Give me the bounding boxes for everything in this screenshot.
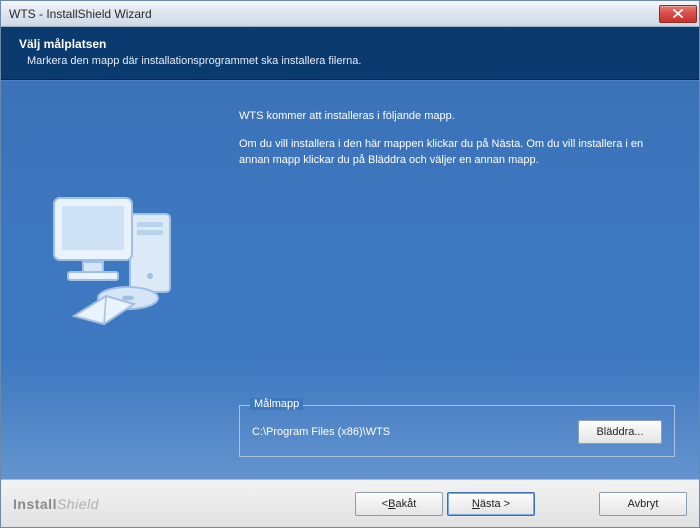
install-path-intro: WTS kommer att installeras i följande ma… — [239, 109, 675, 125]
header-band: Välj målplatsen Markera den mapp där ins… — [1, 27, 699, 80]
back-button[interactable]: < Bakåt — [355, 492, 443, 516]
installshield-brand: InstallShield — [13, 496, 173, 512]
content-area: WTS kommer att installeras i följande ma… — [1, 80, 699, 479]
install-path-instructions: Om du vill installera i den här mappen k… — [239, 137, 675, 169]
page-subheading: Markera den mapp där installationsprogra… — [19, 55, 681, 67]
brand-bold: Install — [13, 496, 57, 512]
destination-folder-legend: Målmapp — [250, 398, 303, 410]
page-heading: Välj målplatsen — [19, 37, 681, 51]
brand-light: Shield — [57, 496, 99, 512]
next-button[interactable]: Nästa > — [447, 492, 535, 516]
browse-button-label: Bläddra... — [596, 426, 643, 438]
close-button[interactable] — [659, 5, 697, 23]
back-rest: akåt — [395, 498, 416, 510]
destination-folder-group: Målmapp C:\Program Files (x86)\WTS Blädd… — [239, 405, 675, 457]
cancel-label: Avbryt — [628, 498, 659, 510]
illustration-column — [1, 81, 227, 479]
main-column: WTS kommer att installeras i följande ma… — [227, 81, 699, 479]
spacer — [239, 181, 675, 405]
window-title: WTS - InstallShield Wizard — [9, 7, 659, 21]
destination-folder-path: C:\Program Files (x86)\WTS — [252, 426, 568, 438]
next-rest: ästa > — [480, 498, 510, 510]
titlebar: WTS - InstallShield Wizard — [1, 1, 699, 27]
next-underline: N — [472, 498, 480, 510]
back-underline: B — [388, 498, 395, 510]
nav-button-group: < Bakåt Nästa > — [355, 492, 535, 516]
browse-button[interactable]: Bläddra... — [578, 420, 662, 444]
close-icon — [673, 9, 683, 18]
computer-illustration-icon — [34, 170, 194, 330]
cancel-button[interactable]: Avbryt — [599, 492, 687, 516]
footer: InstallShield < Bakåt Nästa > Avbryt — [1, 479, 699, 527]
installer-window: WTS - InstallShield Wizard Välj målplats… — [0, 0, 700, 528]
